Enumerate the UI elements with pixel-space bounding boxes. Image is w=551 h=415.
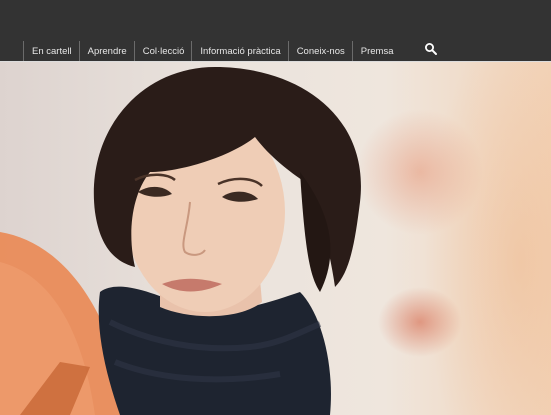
nav-item-aprendre[interactable]: Aprendre — [78, 41, 134, 62]
nav-item-coneix-nos[interactable]: Coneix-nos — [287, 41, 352, 62]
nav-item-en-cartell[interactable]: En cartell — [23, 41, 79, 62]
hero-image — [0, 62, 551, 415]
nav-item-premsa[interactable]: Premsa — [351, 41, 401, 62]
search-icon[interactable] — [424, 42, 438, 56]
hero-portrait-image — [0, 67, 361, 415]
main-navigation: En cartell Aprendre Col·lecció Informaci… — [23, 41, 400, 62]
site-header: En cartell Aprendre Col·lecció Informaci… — [0, 0, 551, 62]
nav-item-informacio-practica[interactable]: Informació pràctica — [191, 41, 287, 62]
nav-item-colleccio[interactable]: Col·lecció — [133, 41, 192, 62]
